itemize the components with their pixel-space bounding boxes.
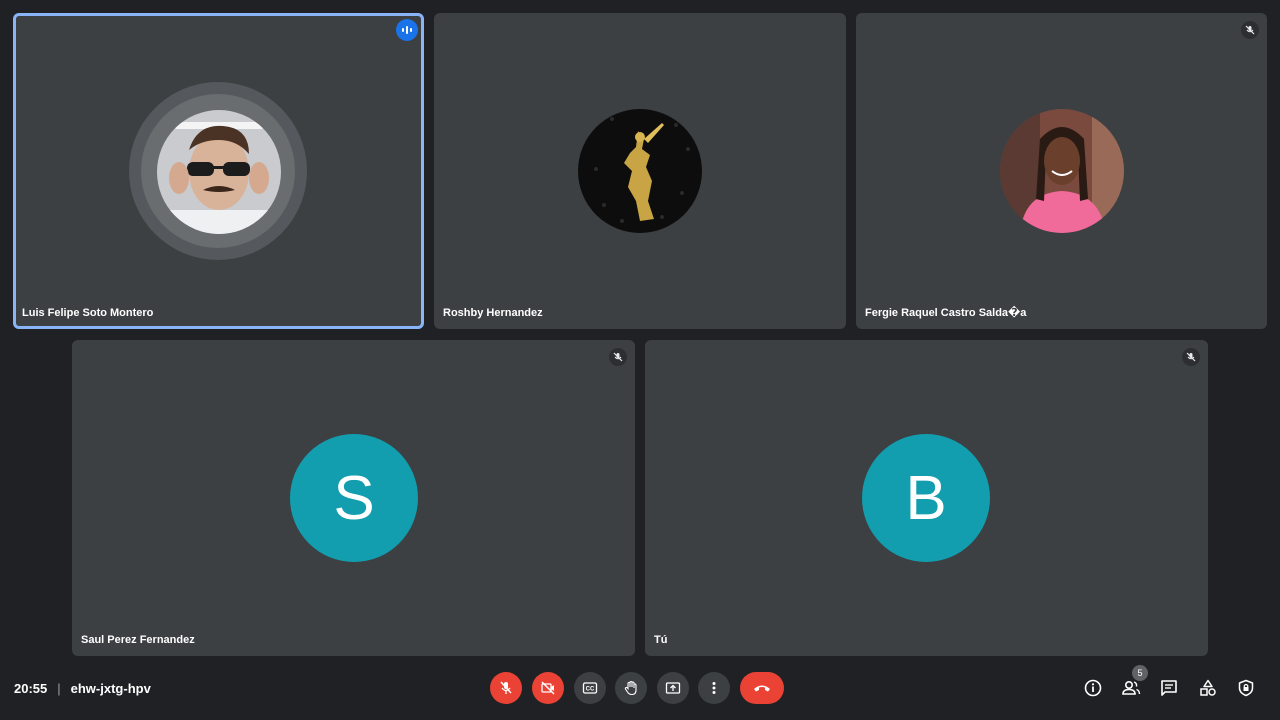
participant-tile-luis[interactable]: Luis Felipe Soto Montero [13, 13, 424, 329]
mic-off-icon [500, 681, 512, 694]
raise-hand-button[interactable] [615, 672, 647, 704]
captions-icon: CC [582, 682, 598, 694]
participant-count-badge: 5 [1132, 665, 1148, 681]
participant-tile-fergie[interactable]: Fergie Raquel Castro Salda�a [856, 13, 1267, 329]
activities-button[interactable] [1196, 676, 1220, 700]
avatar [578, 109, 702, 233]
separator: | [57, 680, 61, 696]
more-options-icon [712, 682, 716, 694]
participant-tile-self[interactable]: B Tú [645, 340, 1208, 656]
activities-icon [1200, 679, 1216, 696]
camera-off-icon [541, 681, 555, 695]
present-icon [665, 682, 681, 694]
svg-text:CC: CC [586, 687, 595, 693]
participant-tile-saul[interactable]: S Saul Perez Fernandez [72, 340, 635, 656]
people-icon [1122, 680, 1141, 695]
participant-name: Roshby Hernandez [443, 307, 543, 319]
clock-time: 20:55 [14, 680, 48, 696]
mic-muted-icon [1241, 21, 1259, 39]
leave-call-button[interactable] [740, 672, 784, 704]
meeting-code: ehw-jxtg-hpv [70, 680, 151, 696]
host-controls-button[interactable] [1234, 676, 1258, 700]
more-options-button[interactable] [698, 672, 730, 704]
raise-hand-icon [624, 680, 637, 696]
host-controls-icon [1238, 679, 1254, 697]
avatar [1000, 109, 1124, 233]
participant-name: Fergie Raquel Castro Salda�a [865, 307, 1027, 319]
participant-name: Saul Perez Fernandez [81, 634, 195, 646]
participant-name: Luis Felipe Soto Montero [22, 307, 154, 319]
participant-tile-roshby[interactable]: Roshby Hernandez [434, 13, 846, 329]
chat-icon [1161, 680, 1177, 696]
meeting-info: 20:55 | ehw-jxtg-hpv [14, 680, 151, 696]
avatar-initial: S [290, 434, 418, 562]
hang-up-icon [754, 685, 770, 692]
avatar-initial: B [862, 434, 990, 562]
present-screen-button[interactable] [657, 672, 689, 704]
mic-toggle-button[interactable] [490, 672, 522, 704]
meeting-details-button[interactable] [1081, 676, 1105, 700]
mic-muted-icon [1182, 348, 1200, 366]
avatar [157, 110, 281, 234]
speaking-indicator-icon [396, 19, 418, 41]
captions-button[interactable]: CC [574, 672, 606, 704]
mic-muted-icon [609, 348, 627, 366]
participant-name: Tú [654, 634, 668, 646]
chat-button[interactable] [1157, 676, 1181, 700]
info-icon [1084, 679, 1102, 697]
camera-toggle-button[interactable] [532, 672, 564, 704]
